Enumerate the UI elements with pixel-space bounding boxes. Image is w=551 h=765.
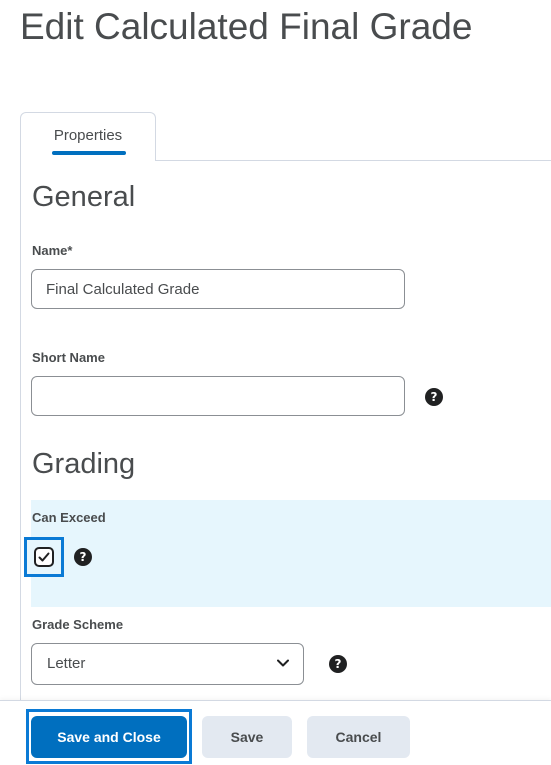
active-tab-indicator xyxy=(52,151,126,155)
short-name-label: Short Name xyxy=(32,350,105,365)
cancel-button[interactable]: Cancel xyxy=(307,716,410,758)
name-label: Name* xyxy=(32,243,72,258)
question-circle-icon[interactable]: ? xyxy=(74,548,92,566)
page-title: Edit Calculated Final Grade xyxy=(20,6,473,47)
grade-scheme-select[interactable]: Letter xyxy=(31,643,304,685)
save-and-close-button[interactable]: Save and Close xyxy=(31,716,187,758)
grading-heading: Grading xyxy=(32,448,136,480)
tab-strip-divider xyxy=(154,160,551,161)
required-marker: * xyxy=(67,243,73,258)
tab-properties[interactable]: Properties xyxy=(20,112,156,161)
panel-border xyxy=(20,160,21,705)
edit-grade-page: Edit Calculated Final Grade Properties G… xyxy=(0,0,551,765)
grade-scheme-label: Grade Scheme xyxy=(32,617,124,632)
name-input[interactable] xyxy=(31,269,405,309)
can-exceed-checkbox[interactable] xyxy=(34,547,54,567)
general-heading: General xyxy=(32,181,136,213)
can-exceed-label: Can Exceed xyxy=(32,510,106,525)
chevron-down-icon xyxy=(277,659,289,667)
grade-scheme-value: Letter xyxy=(47,655,86,672)
can-exceed-focus-ring xyxy=(24,537,64,577)
question-circle-icon[interactable]: ? xyxy=(425,388,443,406)
name-label-text: Name xyxy=(32,243,68,258)
checkmark-icon xyxy=(38,552,50,562)
short-name-input[interactable] xyxy=(31,376,405,416)
question-circle-icon[interactable]: ? xyxy=(329,655,347,673)
save-button[interactable]: Save xyxy=(202,716,292,758)
tab-label: Properties xyxy=(53,127,123,144)
can-exceed-highlight xyxy=(31,500,551,607)
